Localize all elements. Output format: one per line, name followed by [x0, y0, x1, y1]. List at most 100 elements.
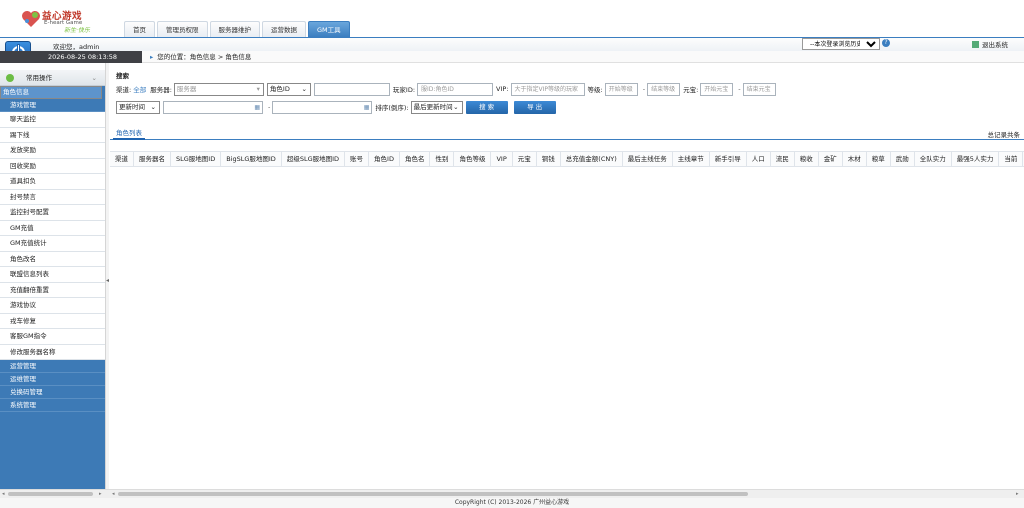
table-column-header[interactable]: 超级SLG服地图ID — [282, 152, 346, 166]
sidebar-item[interactable]: GM充值 — [0, 220, 105, 236]
time-select-value: 更新时间 — [119, 102, 145, 111]
sidebar-item[interactable]: 发放奖励 — [0, 143, 105, 159]
sidebar-item[interactable]: 封号禁言 — [0, 189, 105, 205]
table-column-header[interactable]: 元宝 — [513, 152, 537, 166]
sidebar-group[interactable]: 系统管理 — [0, 399, 105, 412]
tab-role-list[interactable]: 角色列表 — [113, 127, 145, 140]
table-column-header[interactable]: 木材 — [843, 152, 867, 166]
table-column-header[interactable]: 全队实力 — [915, 152, 952, 166]
chevron-down-icon: ⌄ — [91, 74, 97, 82]
sidebar-item[interactable]: 回收奖励 — [0, 158, 105, 174]
scroll-left-icon[interactable]: ◂ — [2, 490, 5, 498]
sidebar-item[interactable]: 踢下线 — [0, 127, 105, 143]
table-column-header[interactable]: 角色等级 — [454, 152, 492, 166]
table-column-header[interactable]: 服务器名 — [134, 152, 171, 166]
scroll-left-icon[interactable]: ◂ — [112, 490, 115, 498]
table-column-header[interactable]: SLG服地图ID — [171, 152, 222, 166]
table-column-header[interactable]: 新手引导 — [710, 152, 747, 166]
sidebar-item[interactable]: 联盟信息列表 — [0, 267, 105, 283]
chevron-down-icon: ⌄ — [150, 102, 156, 111]
logout-icon — [972, 41, 979, 48]
start-date-input[interactable]: ▦ — [163, 100, 263, 114]
search-title: 搜索 — [116, 72, 129, 80]
table-column-header[interactable]: 账号 — [345, 152, 370, 166]
nav-tab-server[interactable]: 服务器维护 — [209, 21, 260, 37]
datetime-bar: 2026-08-25 08:13:58 — [0, 51, 142, 63]
player-id-input[interactable]: 服ID:角色ID — [417, 82, 494, 96]
time-type-select[interactable]: 更新时间 ⌄ — [116, 100, 160, 114]
level-end-input[interactable]: 结束等级 — [647, 82, 681, 96]
table-column-header[interactable]: 最后主线任务 — [623, 152, 673, 166]
role-id-input[interactable] — [313, 82, 390, 96]
sort-select[interactable]: 最后更新时间 ⌄ — [410, 100, 463, 114]
sidebar-section-label: 常用操作 — [26, 74, 52, 82]
search-button[interactable]: 搜 索 — [465, 100, 508, 114]
server-select[interactable]: 服务器 ▾ — [173, 82, 264, 96]
sidebar-group[interactable]: 兑换码管理 — [0, 386, 105, 399]
export-button[interactable]: 导 出 — [513, 100, 556, 114]
main-scroll-thumb[interactable] — [118, 492, 748, 496]
sidebar-group-list: 运营管理 运维管理 兑换码管理 系统管理 — [0, 360, 105, 412]
table-column-header[interactable]: 性别 — [430, 152, 455, 166]
nav-tab-ops-data[interactable]: 运营数据 — [262, 21, 306, 37]
sidebar-item[interactable]: 监控封号配置 — [0, 205, 105, 221]
copyright: CopyRight (C) 2013-2026 广州益心游戏 — [454, 499, 570, 506]
sidebar-item[interactable]: 修改服务器名称 — [0, 344, 105, 360]
logout-button[interactable]: 退出系统 — [972, 39, 1008, 49]
history-select[interactable]: --本次登录浏览历史-- — [802, 38, 880, 50]
calendar-icon[interactable]: ▦ — [254, 102, 260, 113]
sidebar-group-game-mgmt[interactable]: 游戏管理 — [0, 99, 105, 112]
sidebar-item[interactable]: 聊天监控 — [0, 112, 105, 128]
table-column-header[interactable]: 金矿 — [819, 152, 843, 166]
end-date-input[interactable]: ▦ — [272, 100, 373, 114]
collapse-arrow-icon[interactable]: ◂ — [106, 277, 109, 284]
heart-logo-icon — [22, 11, 40, 27]
table-column-header[interactable]: 当前 — [999, 152, 1024, 166]
yuanbao-start-input[interactable]: 开始元宝 — [700, 82, 734, 96]
yuanbao-end-input[interactable]: 结束元宝 — [742, 82, 776, 96]
help-icon[interactable]: ? — [882, 39, 890, 47]
sidebar-group[interactable]: 运营管理 — [0, 360, 105, 373]
table-column-header[interactable]: 总充值金额(CNY) — [561, 152, 623, 166]
brand-logo: 益心游戏 E-heart Game 新生·快乐 — [20, 6, 110, 34]
table-column-header[interactable]: 武勋 — [891, 152, 915, 166]
table-column-header[interactable]: 粮草 — [867, 152, 891, 166]
nav-tab-home[interactable]: 首页 — [124, 21, 155, 37]
scroll-right-icon[interactable]: ▸ — [1016, 490, 1019, 498]
table-column-header[interactable]: 人口 — [747, 152, 771, 166]
table-column-header[interactable]: 角色ID — [369, 152, 400, 166]
sidebar-item[interactable]: 游戏协议 — [0, 298, 105, 314]
calendar-icon[interactable]: ▦ — [364, 102, 370, 113]
table-column-header[interactable]: 铜钱 — [537, 152, 561, 166]
sidebar-item[interactable]: 角色改名 — [0, 251, 105, 267]
welcome-text: 欢迎您，admin — [53, 43, 100, 51]
sidebar-item[interactable]: 充值翻倍重置 — [0, 282, 105, 298]
sidebar-item[interactable]: GM充值统计 — [0, 236, 105, 252]
table-column-header[interactable]: 最强5人实力 — [952, 152, 1000, 166]
table-column-header[interactable]: 渠道 — [110, 152, 134, 166]
table-column-header[interactable]: 角色名 — [400, 152, 431, 166]
table-column-header[interactable]: VIP — [491, 152, 513, 166]
sidebar-group[interactable]: 运维管理 — [0, 373, 105, 386]
breadcrumb: ▸ 您的位置：角色信息 > 角色信息 — [142, 51, 1024, 63]
table-column-header[interactable]: BigSLG服地图ID — [221, 152, 282, 166]
dropdown-arrow-icon: ▾ — [256, 84, 260, 93]
level-start-input[interactable]: 开始等级 — [604, 82, 638, 96]
role-id-select[interactable]: 角色ID ⌄ — [266, 82, 311, 96]
nav-tab-gm-tools[interactable]: GM工具 — [308, 21, 350, 37]
channel-all-link[interactable]: 全部 — [133, 84, 146, 94]
nav-tab-admin[interactable]: 管理员权限 — [157, 21, 208, 37]
sidebar-scroll-thumb[interactable] — [8, 492, 93, 496]
sidebar-item[interactable]: 道具扣负 — [0, 174, 105, 190]
horizontal-scrollbar[interactable]: ◂ ▸ ◂ ▸ — [0, 489, 1024, 498]
table-column-header[interactable]: 粮收 — [795, 152, 819, 166]
vip-input[interactable]: 大于指定VIP等级的玩家 — [510, 82, 585, 96]
scroll-right-icon[interactable]: ▸ — [99, 490, 102, 498]
table-column-header[interactable]: 流民 — [771, 152, 795, 166]
sidebar-item[interactable]: 客服GM指令 — [0, 329, 105, 345]
sidebar-group-role-info[interactable]: 角色信息 — [0, 86, 102, 99]
sidebar-splitter[interactable]: ◂ — [105, 63, 109, 490]
sidebar-item[interactable]: 戎车修复 — [0, 313, 105, 329]
sidebar-section-header[interactable]: 常用操作 ⌄ — [0, 70, 105, 86]
table-column-header[interactable]: 主线章节 — [673, 152, 710, 166]
